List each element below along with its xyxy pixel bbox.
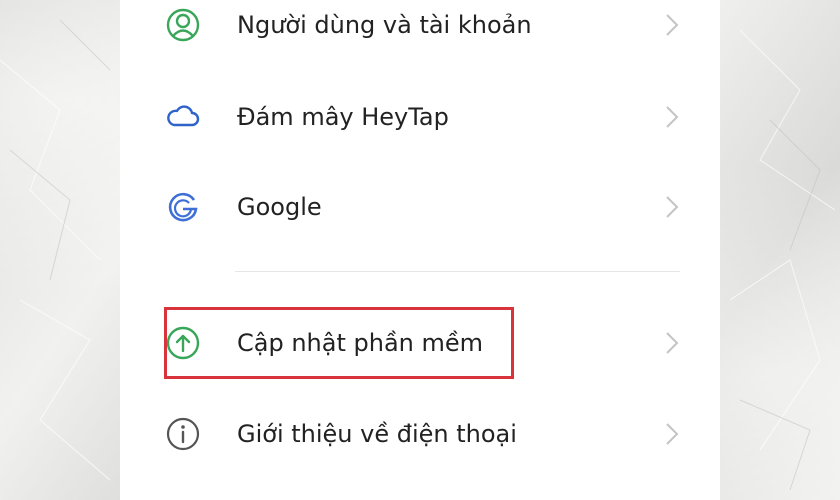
settings-item-label: Google: [237, 193, 322, 221]
settings-item-google[interactable]: Google: [120, 172, 720, 242]
settings-item-about-phone[interactable]: Giới thiệu về điện thoại: [120, 399, 720, 469]
section-divider: [235, 271, 680, 272]
google-icon: [164, 188, 202, 226]
settings-item-software-update[interactable]: Cập nhật phần mềm: [120, 308, 720, 378]
settings-item-label: Cập nhật phần mềm: [237, 329, 484, 357]
settings-item-label: Người dùng và tài khoản: [237, 11, 532, 39]
chevron-right-icon: [664, 194, 680, 220]
chevron-right-icon: [664, 104, 680, 130]
settings-item-label: Đám mây HeyTap: [237, 103, 449, 131]
chevron-right-icon: [664, 12, 680, 38]
cloud-icon: [164, 98, 202, 136]
software-update-icon: [164, 324, 202, 362]
settings-item-label: Giới thiệu về điện thoại: [237, 420, 517, 448]
user-account-icon: [164, 6, 202, 44]
settings-item-heytap-cloud[interactable]: Đám mây HeyTap: [120, 82, 720, 152]
settings-list: Người dùng và tài khoản Đám mây HeyTap G…: [120, 0, 720, 500]
info-icon: [164, 415, 202, 453]
chevron-right-icon: [664, 421, 680, 447]
settings-item-users-accounts[interactable]: Người dùng và tài khoản: [120, 0, 720, 60]
chevron-right-icon: [664, 330, 680, 356]
